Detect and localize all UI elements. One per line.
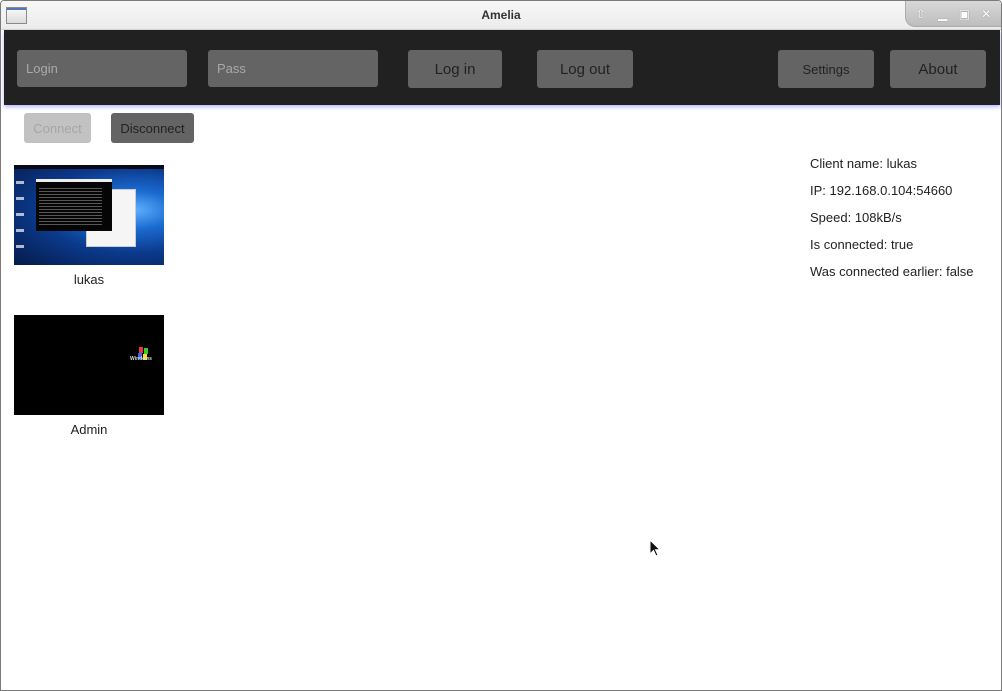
detail-was-connected: Was connected earlier: false bbox=[810, 264, 974, 279]
client-item-admin[interactable]: Windows Admin bbox=[14, 315, 164, 437]
password-input[interactable] bbox=[208, 50, 378, 87]
remote-taskbar bbox=[14, 165, 164, 169]
window-controls: ⇧ ▁ ▣ ✕ bbox=[905, 1, 1001, 27]
detail-ip: IP: 192.168.0.104:54660 bbox=[810, 183, 953, 198]
client-name-label: lukas bbox=[73, 272, 105, 287]
client-thumbnail[interactable]: Windows bbox=[14, 315, 164, 415]
minimize-icon[interactable]: ▁ bbox=[935, 6, 951, 22]
remote-terminal-window bbox=[36, 179, 112, 231]
client-details-panel: Client name: lukas IP: 192.168.0.104:546… bbox=[810, 157, 974, 292]
close-icon[interactable]: ✕ bbox=[978, 6, 994, 22]
client-name-label: Admin bbox=[70, 422, 108, 437]
windows-logo-text: Windows bbox=[130, 356, 152, 362]
window-title: Amelia bbox=[481, 8, 521, 22]
about-button[interactable]: About bbox=[890, 50, 986, 88]
shade-icon[interactable]: ⇧ bbox=[913, 6, 929, 22]
settings-button[interactable]: Settings bbox=[778, 50, 874, 88]
maximize-icon[interactable]: ▣ bbox=[956, 6, 972, 22]
detail-is-connected: Is connected: true bbox=[810, 237, 914, 252]
remote-desktop-icons bbox=[16, 173, 24, 253]
client-thumbnail[interactable] bbox=[14, 165, 164, 265]
disconnect-button[interactable]: Disconnect bbox=[111, 113, 194, 143]
title-bar[interactable]: Amelia ⇧ ▁ ▣ ✕ bbox=[1, 1, 1001, 30]
logout-button[interactable]: Log out bbox=[537, 50, 633, 88]
app-window: Amelia ⇧ ▁ ▣ ✕ Log in Log out Settings A… bbox=[0, 0, 1002, 691]
login-button[interactable]: Log in bbox=[408, 50, 502, 88]
detail-speed: Speed: 108kB/s bbox=[810, 210, 902, 225]
connect-button[interactable]: Connect bbox=[24, 113, 91, 143]
toolbar: Log in Log out Settings About bbox=[4, 30, 1000, 105]
login-input[interactable] bbox=[17, 50, 187, 87]
detail-client-name: Client name: lukas bbox=[810, 156, 917, 171]
client-item-lukas[interactable]: lukas bbox=[14, 165, 164, 287]
mouse-cursor-icon bbox=[649, 539, 662, 557]
